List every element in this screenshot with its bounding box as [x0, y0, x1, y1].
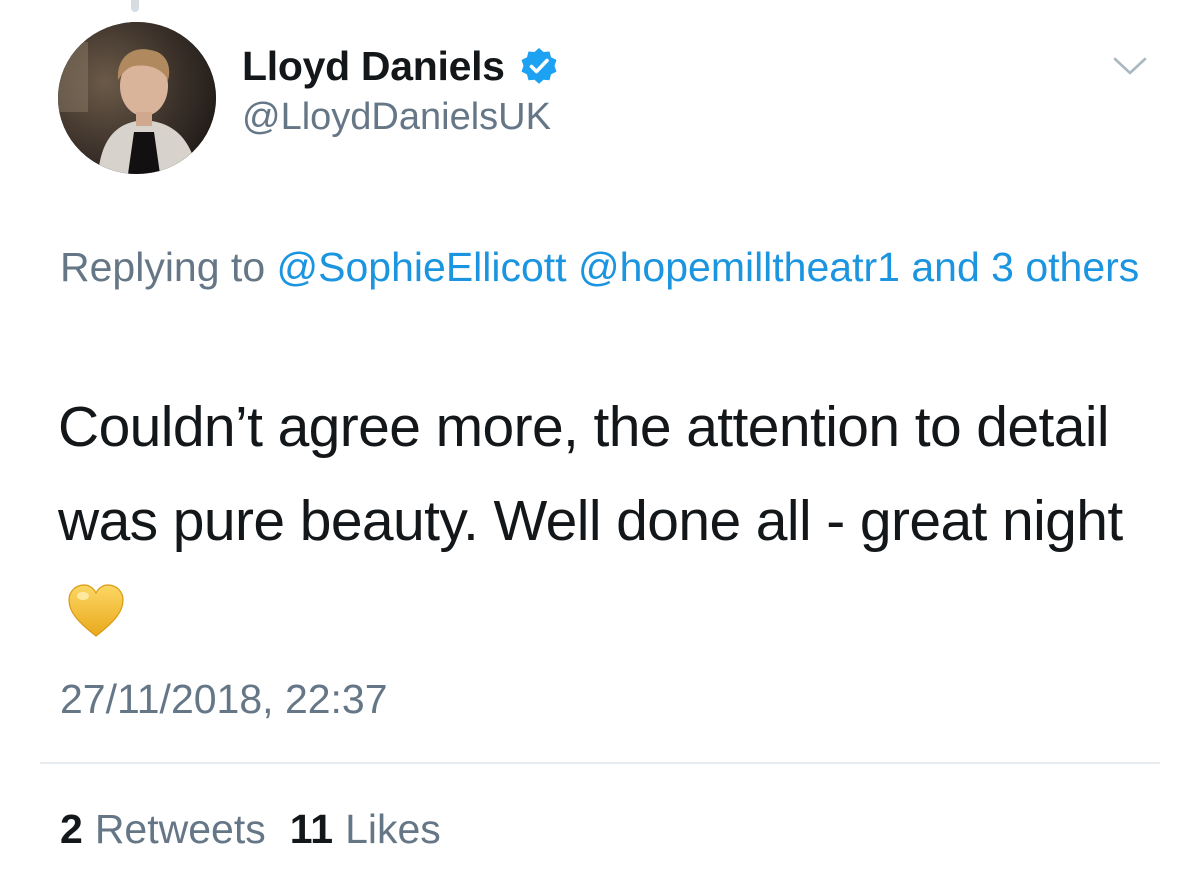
likes-stat[interactable]: 11 Likes: [290, 806, 441, 853]
yellow-heart-icon: [66, 576, 126, 637]
reply-prefix: Replying to: [60, 244, 266, 290]
avatar[interactable]: [58, 22, 216, 174]
retweets-stat[interactable]: 2 Retweets: [60, 806, 266, 853]
chevron-down-icon: [1112, 55, 1148, 82]
divider: [40, 762, 1160, 764]
verified-badge-icon: [519, 46, 559, 86]
mention-link[interactable]: @hopemilltheatr1: [578, 244, 900, 290]
tweet-text: Couldn’t agree more, the attention to de…: [58, 380, 1158, 662]
reply-context: Replying to @SophieEllicott @hopemillthe…: [60, 236, 1150, 298]
tweet-timestamp[interactable]: 27/11/2018, 22:37: [60, 676, 388, 723]
more-options-button[interactable]: [1108, 50, 1152, 86]
user-handle[interactable]: @LloydDanielsUK: [242, 96, 551, 139]
others-link[interactable]: and 3 others: [911, 244, 1139, 290]
likes-label: Likes: [345, 806, 441, 852]
retweets-label: Retweets: [94, 806, 266, 852]
tweet-detail: Lloyd Daniels @LloydDanielsUK Replying t…: [0, 0, 1200, 884]
mention-link[interactable]: @SophieEllicott: [277, 244, 567, 290]
author-name-row[interactable]: Lloyd Daniels: [242, 40, 559, 92]
likes-count: 11: [289, 806, 334, 852]
thread-connector-line: [131, 0, 139, 12]
display-name[interactable]: Lloyd Daniels: [242, 43, 505, 90]
tweet-body: Couldn’t agree more, the attention to de…: [58, 395, 1123, 553]
tweet-stats: 2 Retweets 11 Likes: [60, 806, 441, 853]
retweets-count: 2: [60, 806, 83, 852]
